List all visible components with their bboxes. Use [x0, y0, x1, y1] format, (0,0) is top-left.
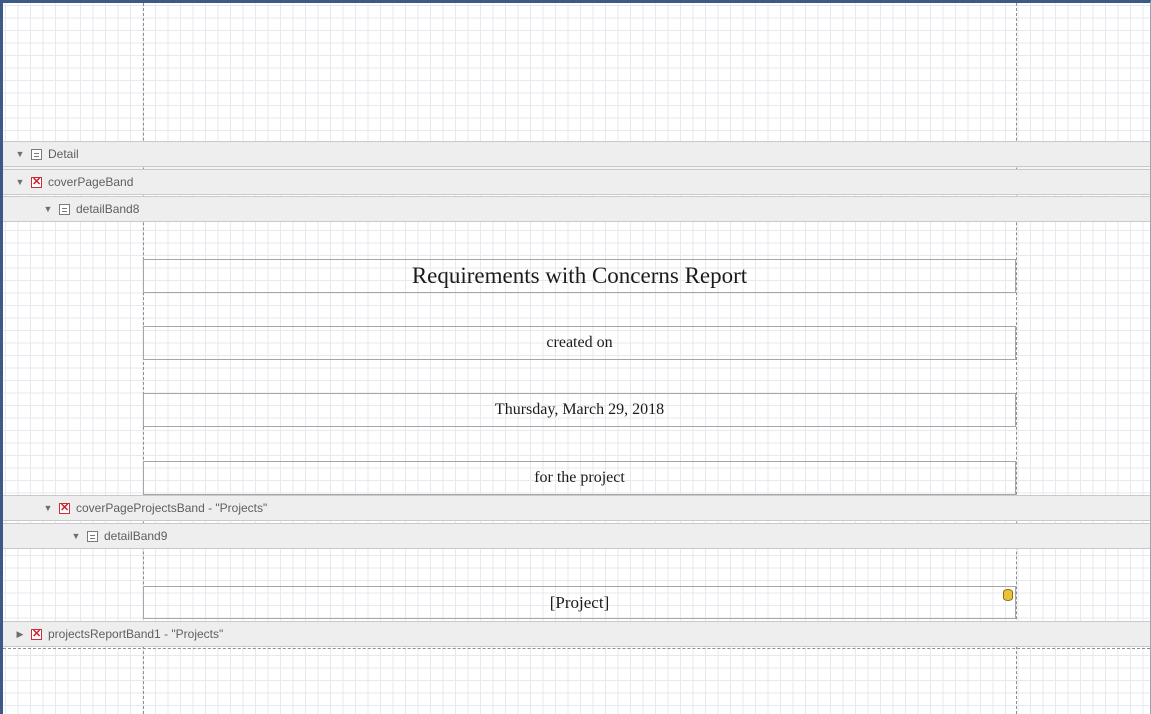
- collapse-arrow-icon[interactable]: ▶: [15, 629, 25, 640]
- right-margin-line[interactable]: [1016, 3, 1017, 714]
- detail-band-icon: [59, 203, 70, 215]
- date-label[interactable]: Thursday, March 29, 2018: [143, 393, 1016, 427]
- band-header-detail-band8[interactable]: ▼ detailBand8: [3, 196, 1150, 222]
- band-label: detailBand8: [76, 202, 140, 216]
- band-header-cover-page-projects-band[interactable]: ▼ ✕ coverPageProjectsBand - "Projects": [3, 495, 1150, 521]
- detail-band-icon: [31, 148, 42, 160]
- report-title-label[interactable]: Requirements with Concerns Report: [143, 259, 1016, 293]
- band-label: coverPageBand: [48, 175, 134, 189]
- expand-arrow-icon[interactable]: ▼: [15, 149, 25, 159]
- for-the-project-label[interactable]: for the project: [143, 461, 1016, 495]
- expand-arrow-icon[interactable]: ▼: [43, 503, 53, 513]
- project-field-label[interactable]: [Project]: [143, 586, 1016, 619]
- band-label: detailBand9: [104, 529, 168, 543]
- expand-arrow-icon[interactable]: ▼: [43, 204, 53, 214]
- delete-x-icon: ✕: [31, 627, 42, 640]
- band-header-detail[interactable]: ▼ Detail: [3, 141, 1150, 167]
- expand-arrow-icon[interactable]: ▼: [71, 531, 81, 541]
- expand-arrow-icon[interactable]: ▼: [15, 177, 25, 187]
- band-label: coverPageProjectsBand - "Projects": [76, 501, 268, 515]
- band-label: Detail: [48, 147, 79, 161]
- delete-x-icon: ✕: [59, 501, 70, 514]
- band-bottom-divider: [3, 648, 1150, 649]
- band-header-detail-band9[interactable]: ▼ detailBand9: [3, 523, 1150, 549]
- band-header-cover-page-band[interactable]: ▼ ✕ coverPageBand: [3, 169, 1150, 195]
- data-binding-icon[interactable]: [1003, 589, 1013, 601]
- band-header-projects-report-band1[interactable]: ▶ ✕ projectsReportBand1 - "Projects": [3, 621, 1150, 647]
- created-on-label[interactable]: created on: [143, 326, 1016, 360]
- delete-x-icon: ✕: [31, 175, 42, 188]
- band-label: projectsReportBand1 - "Projects": [48, 627, 224, 641]
- detail-band-icon: [87, 530, 98, 542]
- project-field-text: [Project]: [549, 592, 610, 612]
